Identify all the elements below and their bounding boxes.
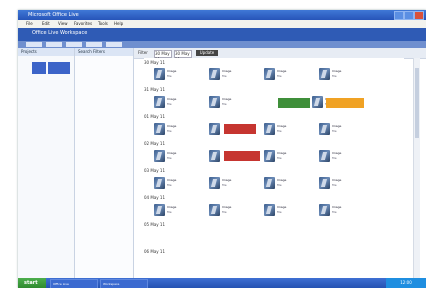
menu-file[interactable]: File [26, 20, 33, 28]
date-label: 31 May 11 [144, 87, 165, 92]
menu-bar: File Edit View Favorites Tools Help [18, 20, 426, 28]
image-file-icon [154, 96, 165, 108]
scrollbar-thumb[interactable] [415, 68, 419, 138]
toolbar-button-4[interactable] [86, 42, 102, 47]
project-item[interactable] [48, 62, 70, 74]
file-item[interactable]: Imagefile [319, 175, 349, 191]
end-date-field[interactable]: 30 May 11 [174, 50, 192, 62]
title-bar: Microsoft Office Live [18, 10, 426, 20]
file-item[interactable]: Imagefile [209, 202, 239, 218]
header-bar: Office Live Workspace [18, 28, 426, 41]
file-item[interactable]: Imagefile [264, 121, 294, 137]
image-file-icon [312, 96, 323, 108]
file-item[interactable]: Imagefile [264, 175, 294, 191]
filter-panel: Search Filters [75, 48, 134, 278]
file-item[interactable]: Imagefile [154, 121, 184, 137]
application-window: Microsoft Office Live File Edit View Fav… [18, 10, 426, 288]
image-file-icon [209, 96, 220, 108]
date-label: 30 May 11 [144, 60, 165, 65]
system-clock: 12:00 [386, 278, 426, 288]
file-item[interactable]: Imagefile [154, 202, 184, 218]
toolbar [18, 41, 426, 48]
menu-help[interactable]: Help [114, 20, 123, 28]
maximize-icon[interactable] [404, 11, 414, 20]
image-file-icon [264, 68, 275, 80]
left-panel: Projects [18, 48, 75, 278]
image-file-icon [209, 123, 220, 135]
image-file-icon [209, 68, 220, 80]
minimize-icon[interactable] [394, 11, 404, 20]
red-event-bar[interactable] [224, 124, 256, 134]
date-label: 05 May 11 [144, 222, 165, 227]
toolbar-button-2[interactable] [46, 42, 62, 47]
file-item[interactable]: Imagefile [319, 148, 349, 164]
file-item[interactable]: Imagefile [209, 94, 239, 110]
image-file-icon [209, 204, 220, 216]
start-date-field[interactable]: 30 May 11 [154, 50, 172, 62]
timeline-area: Filter 30 May 11 30 May 11 Update 30 May… [134, 48, 426, 278]
red-event-bar[interactable] [224, 151, 260, 161]
image-file-icon [209, 150, 220, 162]
date-label: 06 May 11 [144, 249, 165, 254]
taskbar-task[interactable]: Workspace [100, 279, 148, 288]
image-file-icon [209, 177, 220, 189]
filter-panel-title: Search Filters [75, 48, 133, 56]
page-title: Office Live Workspace [32, 30, 88, 36]
file-item[interactable]: Imagefile [209, 175, 239, 191]
left-panel-title: Projects [18, 48, 74, 56]
project-item[interactable] [32, 62, 46, 74]
menu-tools[interactable]: Tools [98, 20, 108, 28]
close-icon[interactable] [414, 11, 424, 20]
date-label: 04 May 11 [144, 195, 165, 200]
start-button[interactable]: start [18, 278, 46, 288]
file-item[interactable]: Imagefile [264, 66, 294, 82]
image-file-icon [264, 123, 275, 135]
date-label: 01 May 11 [144, 114, 165, 119]
update-button[interactable]: Update [196, 50, 218, 56]
image-file-icon [319, 150, 330, 162]
file-item[interactable]: Imagefile [154, 66, 184, 82]
image-file-icon [154, 204, 165, 216]
image-file-icon [154, 150, 165, 162]
file-item[interactable]: Imagefile [154, 94, 184, 110]
filter-label: Filter [138, 50, 148, 55]
image-file-icon [319, 177, 330, 189]
image-file-icon [264, 150, 275, 162]
file-item[interactable]: Imagefile [319, 202, 349, 218]
image-file-icon [264, 204, 275, 216]
taskbar-task[interactable]: Office Live [50, 279, 98, 288]
file-item[interactable]: Imagefile [209, 66, 239, 82]
toolbar-button-5[interactable] [106, 42, 122, 47]
file-item[interactable]: Imagefile [154, 175, 184, 191]
image-file-icon [154, 177, 165, 189]
menu-edit[interactable]: Edit [42, 20, 50, 28]
file-item[interactable]: Imagefile [319, 66, 349, 82]
file-item[interactable]: Imagefile [264, 202, 294, 218]
green-event-bar[interactable] [278, 98, 310, 108]
image-file-icon [154, 68, 165, 80]
timeline-list: 30 May 11 31 May 11 01 May 11 02 May 11 … [144, 58, 404, 278]
menu-favorites[interactable]: Favorites [74, 20, 92, 28]
orange-event-bar[interactable] [326, 98, 364, 108]
date-label: 03 May 11 [144, 168, 165, 173]
image-file-icon [319, 68, 330, 80]
toolbar-button-1[interactable] [26, 42, 42, 47]
file-item[interactable]: Imagefile [154, 148, 184, 164]
file-item[interactable]: Imagefile [319, 121, 349, 137]
image-file-icon [154, 123, 165, 135]
file-item[interactable]: Imagefile [264, 148, 294, 164]
image-file-icon [319, 123, 330, 135]
toolbar-button-3[interactable] [66, 42, 82, 47]
menu-view[interactable]: View [58, 20, 68, 28]
image-file-icon [319, 204, 330, 216]
image-file-icon [264, 177, 275, 189]
date-label: 02 May 11 [144, 141, 165, 146]
vertical-scrollbar[interactable] [413, 58, 420, 278]
window-title: Microsoft Office Live [28, 12, 79, 18]
taskbar: start Office Live Workspace 12:00 [18, 278, 426, 288]
